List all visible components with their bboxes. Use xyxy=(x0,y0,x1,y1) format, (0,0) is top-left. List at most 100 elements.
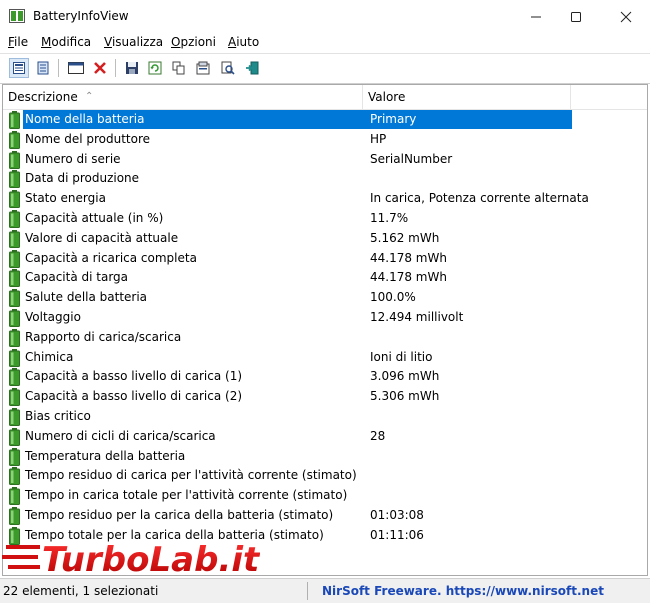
table-row[interactable]: Bias critico xyxy=(3,407,573,427)
table-row[interactable]: Capacità a basso livello di carica (2) 5.… xyxy=(3,387,573,407)
table-row[interactable]: Numero di cicli di carica/scarica 28 xyxy=(3,427,573,447)
battery-info-list[interactable]: Descrizione ⌃ Valore Nome della batteria… xyxy=(2,84,648,576)
row-description: Valore di capacità attuale xyxy=(25,230,179,245)
refresh-icon xyxy=(148,61,162,75)
battery-icon xyxy=(9,210,20,228)
table-row[interactable]: Nome del produttore HP xyxy=(3,130,573,150)
list-header: Descrizione ⌃ Valore xyxy=(3,85,647,110)
minimize-icon xyxy=(531,16,541,17)
table-row[interactable]: Capacità a ricarica completa 44.178 mWh xyxy=(3,249,573,269)
row-description: Nome del produttore xyxy=(25,131,151,146)
app-window: BatteryInfoView File Modifica Visualizza… xyxy=(0,0,650,603)
refresh-button[interactable] xyxy=(145,58,165,78)
row-value: 01:11:06 xyxy=(370,527,424,542)
red-x-icon xyxy=(94,62,106,74)
table-row[interactable]: Valore di capacità attuale 5.162 mWh xyxy=(3,229,573,249)
table-row[interactable]: Salute della batteria 100.0% xyxy=(3,288,573,308)
row-description: Capacità attuale (in %) xyxy=(25,211,164,225)
table-row[interactable]: Nome della batteria Primary xyxy=(3,110,573,130)
table-row[interactable]: Temperatura della batteria xyxy=(3,447,573,467)
row-value xyxy=(361,328,572,347)
battery-icon xyxy=(9,289,20,308)
table-row[interactable]: Tempo residuo per la carica della batter… xyxy=(3,506,573,526)
battery-icon xyxy=(9,467,20,486)
battery-icon xyxy=(9,229,20,248)
table-row[interactable]: Voltaggio 12.494 millivolt xyxy=(3,308,573,328)
row-value: HP xyxy=(370,131,387,146)
row-description: Stato energia xyxy=(25,191,106,206)
menu-visualizza[interactable]: Visualizza xyxy=(104,35,163,49)
battery-icon xyxy=(9,348,20,367)
row-value: 01:03:08 xyxy=(370,508,424,522)
window-icon xyxy=(68,62,84,74)
battery-info-view-button[interactable] xyxy=(9,58,29,78)
row-value xyxy=(361,407,572,426)
copy-icon xyxy=(172,61,185,75)
menu-opzioni[interactable]: Opzioni xyxy=(171,35,216,49)
nirsoft-link[interactable]: NirSoft Freeware. https://www.nirsoft.ne… xyxy=(322,584,604,598)
table-row[interactable]: Numero di serie SerialNumber xyxy=(3,150,573,170)
table-row[interactable]: Stato energia In carica, Potenza corrente… xyxy=(3,189,589,209)
column-header-valore[interactable]: Valore xyxy=(363,85,571,109)
battery-icon xyxy=(9,427,20,446)
row-value: 44.178 mWh xyxy=(370,270,447,285)
sort-ascending-icon: ⌃ xyxy=(85,91,94,102)
battery-icon xyxy=(9,447,20,466)
table-row[interactable]: Chimica Ioni di litio xyxy=(3,348,573,368)
battery-icon xyxy=(9,388,20,407)
battery-log-button[interactable] xyxy=(33,58,53,78)
save-button[interactable] xyxy=(122,58,142,78)
close-icon xyxy=(620,11,632,22)
table-row[interactable]: Tempo residuo di carica per l'attività c… xyxy=(3,466,573,486)
row-description: Capacità a basso livello di carica (1) xyxy=(25,369,243,384)
maximize-button[interactable] xyxy=(553,0,599,33)
battery-icon xyxy=(9,170,20,189)
row-description: Voltaggio xyxy=(25,310,81,324)
speed-lines-icon xyxy=(2,545,40,569)
menu-modifica[interactable]: Modifica xyxy=(41,35,91,49)
battery-icon xyxy=(9,408,20,426)
menu-file[interactable]: File xyxy=(8,35,28,49)
row-value xyxy=(361,486,572,505)
row-description: Capacità di targa xyxy=(25,270,129,285)
properties-button[interactable] xyxy=(66,58,86,78)
table-row[interactable]: Rapporto di carica/scarica xyxy=(3,328,573,348)
row-value: SerialNumber xyxy=(370,151,453,166)
title-bar[interactable]: BatteryInfoView xyxy=(0,0,650,33)
exit-door-icon xyxy=(246,61,259,75)
battery-icon xyxy=(9,150,20,169)
exit-button[interactable] xyxy=(242,58,262,78)
status-divider xyxy=(307,582,308,600)
row-value: Primary xyxy=(361,110,572,129)
toolbar-separator xyxy=(115,59,116,77)
menu-aiuto[interactable]: Aiuto xyxy=(228,35,259,49)
row-description: Data di produzione xyxy=(25,171,140,186)
copy-button[interactable] xyxy=(169,58,189,78)
row-description: Temperatura della batteria xyxy=(25,448,186,463)
table-row[interactable]: Capacità attuale (in %) 11.7% xyxy=(3,209,573,229)
menu-aiuto-hotkey: A xyxy=(228,35,237,49)
table-row[interactable]: Capacità di targa 44.178 mWh xyxy=(3,268,573,288)
table-row[interactable]: Capacità a basso livello di carica (1) 3.… xyxy=(3,367,573,387)
row-value: 100.0% xyxy=(370,290,416,305)
column-header-descrizione[interactable]: Descrizione ⌃ xyxy=(3,85,363,109)
row-description: Tempo residuo per la carica della batter… xyxy=(25,508,334,522)
battery-icon xyxy=(9,309,20,327)
status-item-count: 22 elementi, 1 selezionati xyxy=(3,584,159,598)
floppy-disk-icon xyxy=(126,62,138,74)
html-report-button[interactable] xyxy=(193,58,213,78)
row-value: 44.178 mWh xyxy=(370,250,447,265)
table-row[interactable]: Data di produzione xyxy=(3,169,573,189)
battery-icon xyxy=(9,328,20,347)
menu-file-label: ile xyxy=(14,35,29,49)
row-value: 5.162 mWh xyxy=(370,230,440,245)
row-value: 11.7% xyxy=(370,211,409,225)
find-button[interactable] xyxy=(218,58,238,78)
turbolab-watermark-logo: TurboLab.it xyxy=(2,539,260,581)
delete-button[interactable] xyxy=(90,58,110,78)
toolbar xyxy=(0,53,650,84)
row-value: 3.096 mWh xyxy=(370,369,440,384)
list-view-icon xyxy=(13,62,25,74)
table-row[interactable]: Tempo in carica totale per l'attività co… xyxy=(3,486,573,506)
close-button[interactable] xyxy=(603,0,649,33)
